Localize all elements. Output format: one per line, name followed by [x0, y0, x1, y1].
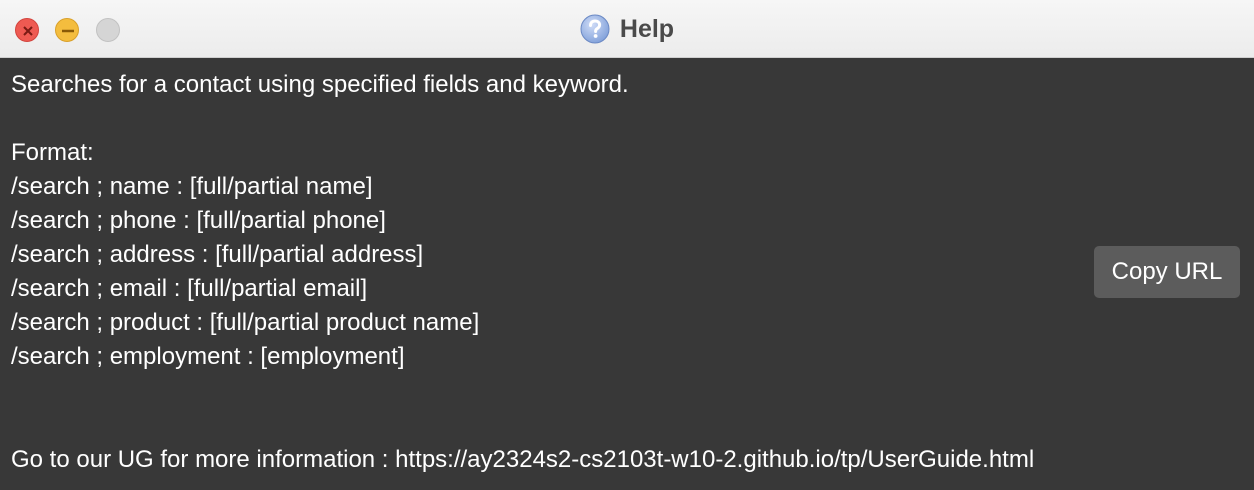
format-line-email: /search ; email : [full/partial email] — [11, 275, 368, 302]
format-line-product: /search ; product : [full/partial produc… — [11, 309, 480, 336]
format-line-employment: /search ; employment : [employment] — [11, 343, 405, 370]
format-line-phone: /search ; phone : [full/partial phone] — [11, 207, 386, 234]
format-label: Format: — [11, 139, 94, 166]
format-line-name: /search ; name : [full/partial name] — [11, 173, 373, 200]
title-bar[interactable]: Help — [0, 0, 1254, 58]
help-content: Searches for a contact using specified f… — [11, 68, 629, 374]
format-line-address: /search ; address : [full/partial addres… — [11, 241, 424, 268]
user-guide-link-text: Go to our UG for more information : http… — [11, 446, 1035, 473]
help-window: Help Searches for a contact using specif… — [0, 0, 1254, 490]
copy-url-button[interactable]: Copy URL — [1094, 246, 1240, 298]
window-title-group: Help — [0, 14, 1254, 44]
question-circle-icon — [580, 14, 610, 44]
window-title: Help — [619, 14, 675, 43]
help-description: Searches for a contact using specified f… — [11, 71, 629, 98]
